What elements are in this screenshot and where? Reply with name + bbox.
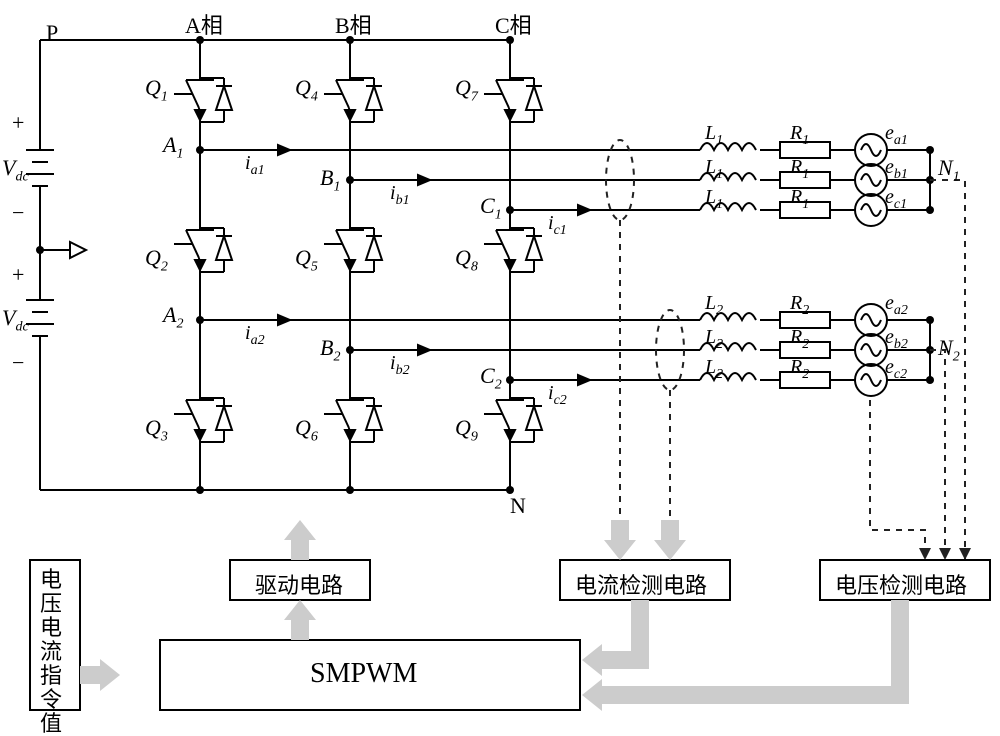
- R2b: R2: [790, 326, 809, 353]
- drive-box: 驱动电路: [255, 568, 343, 600]
- leg-A: [174, 40, 232, 490]
- cmd-box: 电压电流指令值: [40, 568, 70, 736]
- phase-B-title: B相: [335, 8, 372, 40]
- idet-box: 电流检测电路: [575, 568, 707, 600]
- ib2: ib2: [390, 352, 410, 379]
- R2c: R2: [790, 356, 809, 383]
- plus1: +: [12, 110, 24, 136]
- node-A1: A1: [163, 132, 183, 162]
- ec1: ec1: [885, 186, 907, 213]
- node-B2: B2: [320, 335, 340, 365]
- leg-C: [484, 40, 542, 490]
- phase-C-title: C相: [495, 8, 532, 40]
- ic2: ic2: [548, 382, 567, 409]
- L1b: L1: [705, 156, 723, 183]
- L1a: L1: [705, 122, 723, 149]
- ia1: ia1: [245, 152, 265, 179]
- minus1: −: [12, 200, 24, 226]
- R2a: R2: [790, 292, 809, 319]
- L1c: L1: [705, 186, 723, 213]
- minus2: −: [12, 350, 24, 376]
- q8: Q8: [455, 245, 478, 275]
- N2: N2: [938, 335, 960, 365]
- q1: Q1: [145, 75, 168, 105]
- q7: Q7: [455, 75, 478, 105]
- R1c: R1: [790, 186, 809, 213]
- phase-A-title: A相: [185, 8, 223, 40]
- L2c: L2: [705, 356, 723, 383]
- eb1: eb1: [885, 156, 908, 183]
- vdet-box: 电压检测电路: [835, 568, 967, 600]
- vdc-2: Vdc: [2, 305, 29, 335]
- ib1: ib1: [390, 182, 410, 209]
- N1: N1: [938, 155, 960, 185]
- q4: Q4: [295, 75, 318, 105]
- node-B1: B1: [320, 165, 340, 195]
- R1a: R1: [790, 122, 809, 149]
- node-C2: C2: [480, 363, 502, 393]
- ea1: ea1: [885, 122, 908, 149]
- q2: Q2: [145, 245, 168, 275]
- ea2: ea2: [885, 292, 908, 319]
- node-A2: A2: [163, 302, 183, 332]
- vdc-1: Vdc: [2, 155, 29, 185]
- eb2: eb2: [885, 326, 908, 353]
- L2a: L2: [705, 292, 723, 319]
- q5: Q5: [295, 245, 318, 275]
- leg-B: [324, 40, 382, 490]
- q9: Q9: [455, 415, 478, 445]
- q6: Q6: [295, 415, 318, 445]
- plus2: +: [12, 262, 24, 288]
- R1b: R1: [790, 156, 809, 183]
- rail-N: N: [510, 493, 526, 519]
- ic1: ic1: [548, 212, 567, 239]
- ia2: ia2: [245, 322, 265, 349]
- ec2: ec2: [885, 356, 907, 383]
- ctrl-box: SMPWM: [310, 658, 417, 690]
- q3: Q3: [145, 415, 168, 445]
- rail-P: P: [46, 20, 58, 46]
- L2b: L2: [705, 326, 723, 353]
- node-C1: C1: [480, 193, 502, 223]
